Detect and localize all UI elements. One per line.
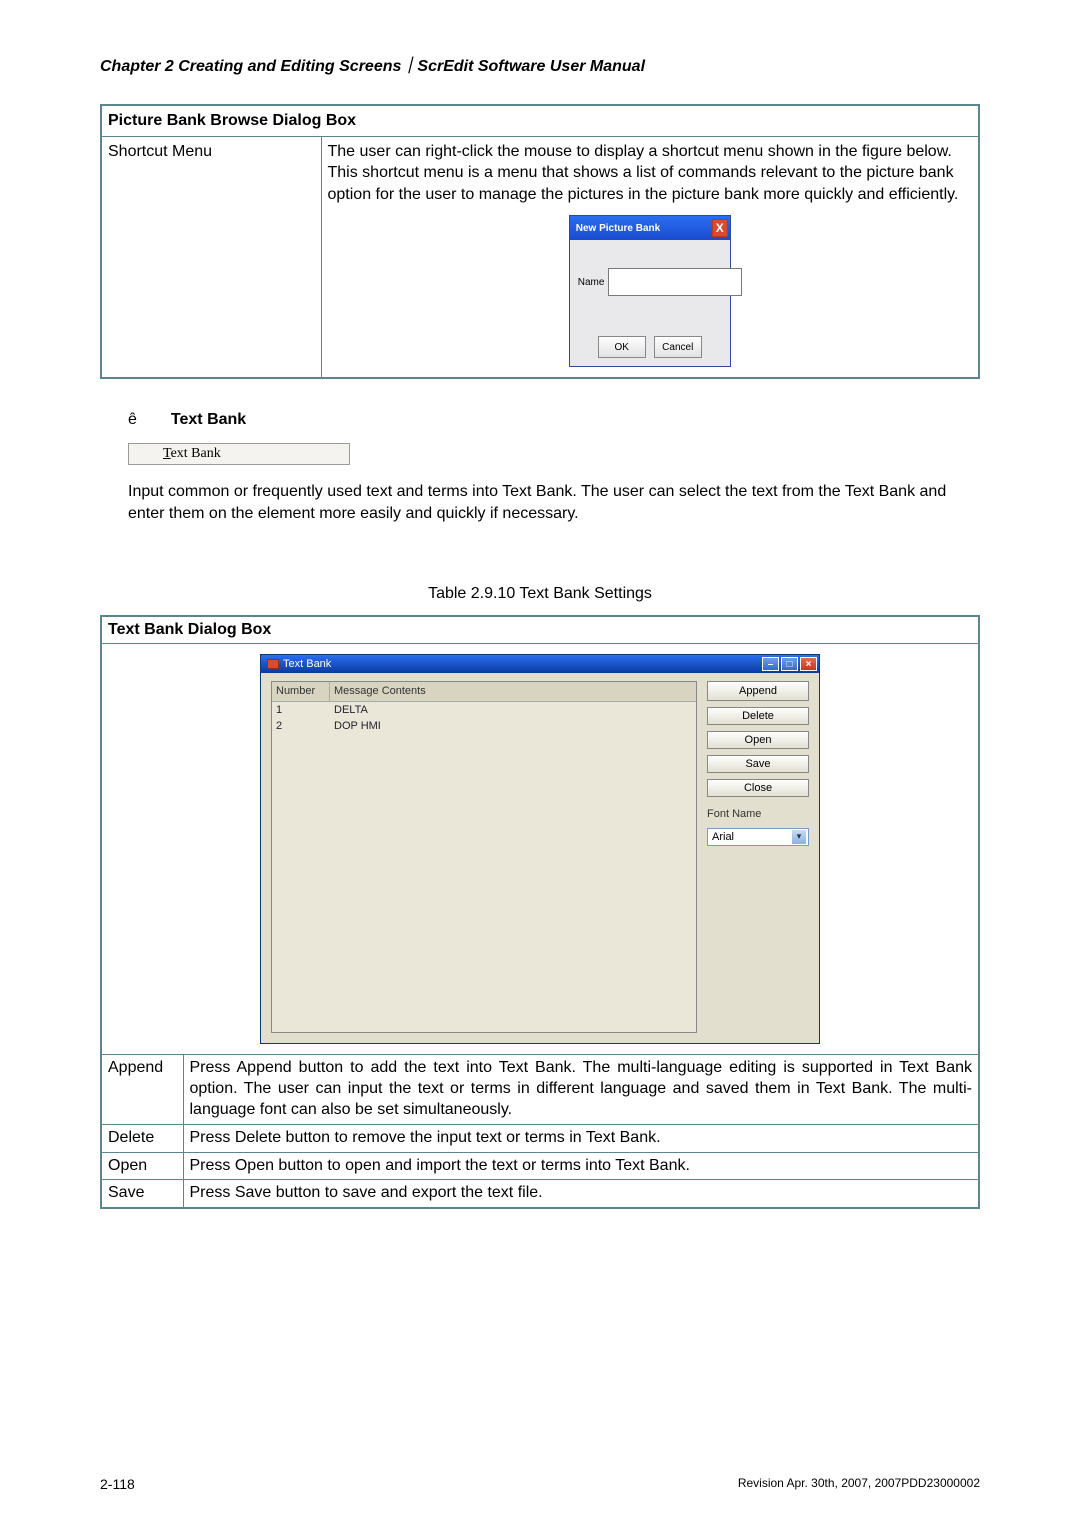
col-number: Number: [272, 682, 330, 700]
row-key: Delete: [101, 1124, 183, 1152]
table-row[interactable]: 2 DOP HMI: [272, 718, 696, 734]
text-bank-grid[interactable]: Number Message Contents 1 DELTA 2 DOP HM…: [271, 681, 697, 1033]
text-bank-menu-rest: ext Bank: [171, 446, 221, 461]
text-bank-menu-item[interactable]: Text Bank: [128, 443, 350, 465]
append-button[interactable]: Append: [707, 681, 809, 701]
text-bank-window-titlebar: Text Bank – □ ×: [261, 655, 819, 673]
close-icon[interactable]: X: [712, 219, 728, 237]
shortcut-menu-desc: The user can right-click the mouse to di…: [328, 141, 973, 206]
table-row: Open Press Open button to open and impor…: [101, 1152, 979, 1180]
close-icon[interactable]: ×: [800, 657, 817, 671]
table-row: Append Press Append button to add the te…: [101, 1055, 979, 1124]
new-picture-bank-title: New Picture Bank: [576, 222, 660, 236]
app-icon: [267, 659, 279, 669]
row-key: Save: [101, 1180, 183, 1208]
text-bank-dialog-table: Text Bank Dialog Box Text Bank – □: [100, 615, 980, 1210]
open-button[interactable]: Open: [707, 731, 809, 749]
cell-message: DELTA: [330, 702, 696, 718]
text-bank-dialog-title: Text Bank Dialog Box: [101, 616, 979, 644]
close-button[interactable]: Close: [707, 779, 809, 797]
ok-button[interactable]: OK: [598, 336, 646, 358]
picture-bank-table: Picture Bank Browse Dialog Box Shortcut …: [100, 104, 980, 379]
new-picture-bank-dialog: New Picture Bank X Name OK Cancel: [569, 215, 731, 367]
cancel-button[interactable]: Cancel: [654, 336, 702, 358]
minimize-icon[interactable]: –: [762, 657, 779, 671]
row-value: Press Append button to add the text into…: [183, 1055, 979, 1124]
shortcut-menu-label: Shortcut Menu: [101, 136, 321, 378]
page-header: Chapter 2 Creating and Editing Screens｜S…: [100, 52, 980, 76]
picture-bank-table-title: Picture Bank Browse Dialog Box: [101, 105, 979, 136]
col-message: Message Contents: [330, 682, 696, 700]
row-key: Append: [101, 1055, 183, 1124]
maximize-icon[interactable]: □: [781, 657, 798, 671]
row-value: Press Delete button to remove the input …: [183, 1124, 979, 1152]
new-picture-bank-titlebar: New Picture Bank X: [570, 216, 730, 240]
font-name-label: Font Name: [707, 807, 809, 821]
name-label: Name: [578, 276, 605, 290]
cell-number: 2: [272, 718, 330, 734]
text-bank-heading: ê Text Bank: [128, 411, 980, 429]
row-key: Open: [101, 1152, 183, 1180]
text-bank-desc: Input common or frequently used text and…: [128, 481, 980, 524]
row-value: Press Save button to save and export the…: [183, 1180, 979, 1208]
chevron-down-icon: ▾: [792, 830, 806, 844]
text-bank-menu-underline: T: [163, 446, 171, 461]
shortcut-menu-cell: The user can right-click the mouse to di…: [321, 136, 979, 378]
row-value: Press Open button to open and import the…: [183, 1152, 979, 1180]
font-name-select[interactable]: Arial ▾: [707, 828, 809, 846]
table-row[interactable]: 1 DELTA: [272, 702, 696, 718]
bullet-icon: ê: [128, 411, 137, 429]
table-row: Save Press Save button to save and expor…: [101, 1180, 979, 1208]
delete-button[interactable]: Delete: [707, 707, 809, 725]
cell-message: DOP HMI: [330, 718, 696, 734]
text-bank-window-title: Text Bank: [283, 657, 331, 671]
table-row: Delete Press Delete button to remove the…: [101, 1124, 979, 1152]
text-bank-window: Text Bank – □ × Number: [260, 654, 820, 1044]
cell-number: 1: [272, 702, 330, 718]
name-input[interactable]: [608, 268, 742, 296]
page-number: 2-118: [100, 1476, 135, 1492]
text-bank-table-caption: Table 2.9.10 Text Bank Settings: [100, 585, 980, 603]
font-name-value: Arial: [712, 830, 734, 844]
save-button[interactable]: Save: [707, 755, 809, 773]
text-bank-title: Text Bank: [171, 411, 246, 429]
revision-info: Revision Apr. 30th, 2007, 2007PDD2300000…: [738, 1476, 980, 1492]
